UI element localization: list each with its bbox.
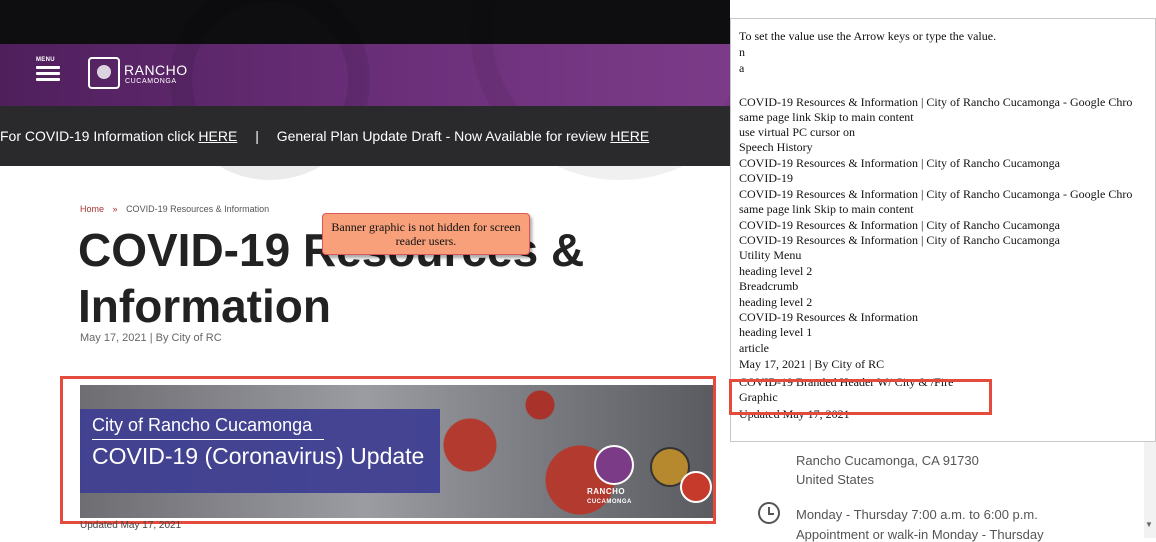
speech-line: heading level 2 [739, 295, 813, 309]
speech-line: heading level 1 [739, 325, 813, 339]
breadcrumb: Home » COVID-19 Resources & Information [80, 204, 269, 214]
speech-line: Speech History [739, 140, 813, 154]
breadcrumb-home-link[interactable]: Home [80, 204, 104, 214]
hamburger-icon [36, 66, 60, 69]
clock-icon [758, 502, 780, 524]
breadcrumb-separator: » [112, 204, 118, 214]
speech-line: COVID-19 Resources & Information | City … [739, 95, 1133, 109]
speech-highlight-box [729, 379, 992, 415]
speech-line: article [739, 341, 769, 355]
speech-line: heading level 2 [739, 264, 813, 278]
speech-line: COVID-19 [739, 171, 793, 185]
speech-line: Breadcrumb [739, 279, 799, 293]
updated-date: Updated May 17, 2021 [80, 520, 182, 531]
logo-word-rancho: RANCHO [124, 62, 188, 78]
hamburger-icon-bar [36, 78, 60, 81]
menu-button[interactable]: MENU [36, 57, 60, 84]
page-title-line-2: Information [78, 280, 331, 332]
alert-text-1: For COVID-19 Information click [0, 128, 199, 144]
alert-link-general-plan[interactable]: HERE [610, 128, 649, 144]
speech-line: same page link Skip to main content [739, 110, 914, 124]
speech-line: COVID-19 Resources & Information [739, 310, 918, 324]
appointment-hours: Appointment or walk-in Monday - Thursday [796, 527, 1044, 542]
speech-line: May 17, 2021 | By City of RC [739, 357, 885, 371]
hamburger-icon-bar [36, 72, 60, 75]
scroll-down-icon[interactable]: ▼ [1145, 520, 1153, 529]
alert-text-2: General Plan Update Draft - Now Availabl… [276, 128, 611, 144]
alert-message: For COVID-19 Information click HERE | Ge… [0, 128, 649, 144]
office-hours: Monday - Thursday 7:00 a.m. to 6:00 p.m. [796, 507, 1038, 522]
covid-alert-bar: For COVID-19 Information click HERE | Ge… [0, 106, 730, 166]
menu-label: MENU [36, 57, 55, 63]
speech-line: a [739, 61, 745, 75]
annotation-callout: Banner graphic is not hidden for screen … [322, 213, 530, 255]
country-line: United States [796, 472, 875, 487]
breadcrumb-current: COVID-19 Resources & Information [126, 204, 270, 214]
speech-line: use virtual PC cursor on [739, 125, 855, 139]
speech-line: COVID-19 Resources & Information | City … [739, 187, 1133, 201]
speech-line: COVID-19 Resources & Information | City … [739, 156, 1061, 170]
logo-word-cucamonga: CUCAMONGA [125, 78, 177, 85]
city-logo-icon [88, 57, 120, 89]
speech-line: same page link Skip to main content [739, 202, 914, 216]
speech-line: To set the value use the Arrow keys or t… [739, 29, 997, 43]
speech-line: COVID-19 Resources & Information | City … [739, 218, 1061, 232]
banner-highlight-box [60, 376, 716, 524]
address-line: Rancho Cucamonga, CA 91730 [796, 453, 979, 468]
website-viewport: MENU RANCHO CUCAMONGA For COVID-19 Infor… [0, 0, 730, 538]
alert-link-covid[interactable]: HERE [198, 128, 237, 144]
article-meta: May 17, 2021 | By City of RC [80, 332, 222, 344]
speech-line: Utility Menu [739, 248, 802, 262]
city-logo[interactable]: RANCHO CUCAMONGA [88, 57, 208, 93]
alert-separator: | [255, 128, 259, 144]
speech-line: n [739, 45, 745, 59]
speech-line: COVID-19 Resources & Information | City … [739, 233, 1061, 247]
